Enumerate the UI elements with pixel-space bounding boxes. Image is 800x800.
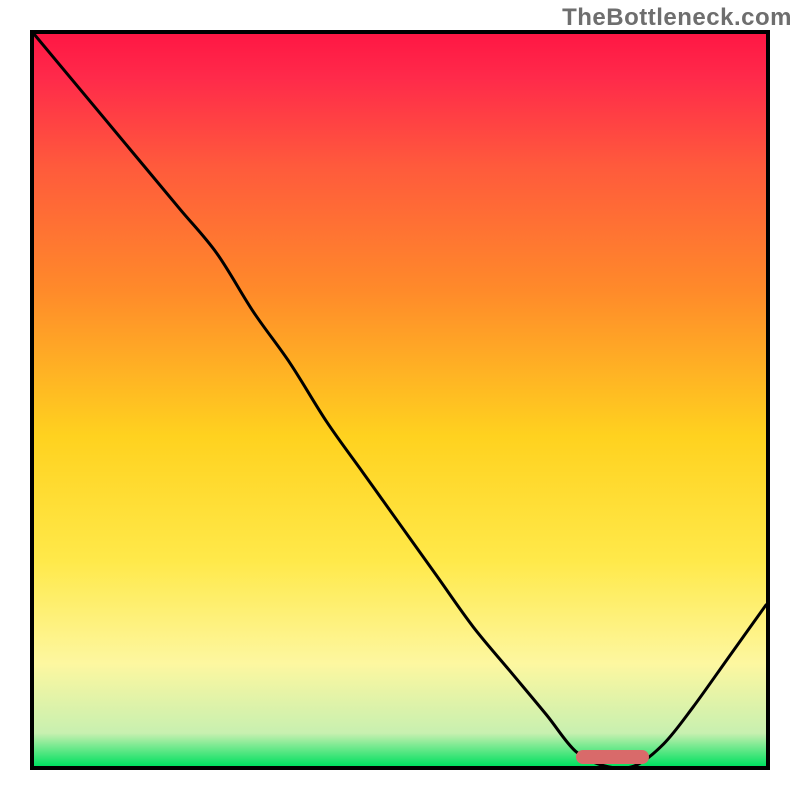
watermark-text: TheBottleneck.com bbox=[562, 4, 792, 32]
chart-frame bbox=[30, 30, 770, 770]
bottleneck-curve bbox=[34, 34, 766, 766]
optimal-range-marker bbox=[576, 750, 649, 764]
plot-area bbox=[34, 34, 766, 766]
chart-container: TheBottleneck.com bbox=[0, 0, 800, 800]
